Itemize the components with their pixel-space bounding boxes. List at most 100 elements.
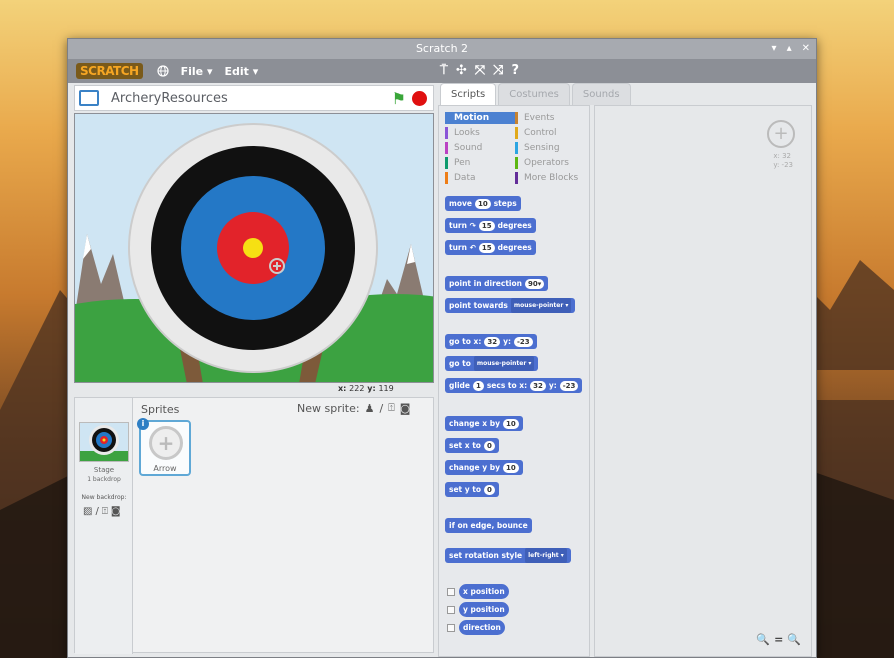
grow-icon[interactable]: ⤧ (475, 63, 485, 78)
delete-scissors-icon[interactable]: ✣ (456, 63, 467, 78)
block-set-x[interactable]: set x to 0 (445, 438, 499, 453)
zoom-out-icon[interactable]: 🔍 (756, 633, 770, 646)
block-text: point towards (449, 301, 508, 310)
category-list: Motion Events Looks Control Sound Sensin… (445, 112, 587, 184)
tab-costumes[interactable]: Costumes (498, 83, 570, 105)
block-input[interactable]: 15 (478, 242, 495, 253)
sprite-library-icon[interactable]: ♟ (365, 402, 375, 415)
file-menu[interactable]: File ▾ (181, 65, 213, 78)
close-button[interactable]: ✕ (802, 39, 810, 59)
y-position-checkbox[interactable] (447, 606, 455, 614)
camera-backdrop-icon[interactable]: ◙ (111, 506, 121, 517)
block-text: steps (493, 199, 517, 208)
block-input[interactable]: 10 (502, 418, 519, 429)
block-text: point in direction (449, 279, 522, 288)
block-text: set rotation style (449, 551, 523, 560)
block-text: y: (548, 381, 557, 390)
upload-sprite-icon[interactable]: ⍐ (388, 401, 395, 415)
block-text: glide (449, 381, 470, 390)
new-sprite-label: New sprite: (297, 401, 360, 415)
green-flag-icon[interactable]: ⚑ (392, 89, 406, 108)
block-input[interactable]: 90▾ (524, 278, 545, 289)
backdrop-library-icon[interactable]: ▨ (83, 506, 92, 517)
minimize-button[interactable]: ▾ (772, 39, 777, 59)
category-data[interactable]: Data (445, 172, 515, 184)
block-input[interactable]: 32 (530, 380, 546, 391)
block-if-on-edge-bounce[interactable]: if on edge, bounce (445, 518, 532, 533)
reporter-x-position[interactable]: x position (459, 584, 509, 599)
block-point-in-direction[interactable]: point in direction 90▾ (445, 276, 549, 291)
script-area[interactable]: + x: 32 y: -23 🔍 = 🔍 (594, 105, 812, 657)
shrink-icon[interactable]: ⤨ (493, 63, 503, 78)
block-change-x[interactable]: change x by 10 (445, 416, 523, 431)
zoom-reset-button[interactable]: = (774, 633, 783, 646)
category-looks[interactable]: Looks (445, 127, 515, 139)
sprite-x-readout: x: 32 (773, 152, 791, 160)
block-text: if on edge, bounce (449, 521, 528, 530)
stop-sign-icon[interactable] (412, 90, 427, 106)
stage-thumbnail[interactable] (79, 422, 129, 462)
block-input[interactable]: 0 (483, 440, 495, 451)
upload-backdrop-icon[interactable]: ⍐ (102, 506, 108, 517)
block-dropdown[interactable]: mouse-pointer ▾ (510, 298, 572, 313)
block-glide[interactable]: glide 1 secs to x: 32 y: -23 (445, 378, 583, 393)
reporter-direction[interactable]: direction (459, 620, 505, 635)
category-operators[interactable]: Operators (515, 157, 585, 169)
block-dropdown[interactable]: mouse-pointer ▾ (473, 356, 535, 371)
maximize-button[interactable]: ▴ (787, 39, 792, 59)
category-sound[interactable]: Sound (445, 142, 515, 154)
new-backdrop-label: New backdrop: (81, 494, 127, 501)
block-input[interactable]: 1 (472, 380, 484, 391)
camera-sprite-icon[interactable]: ◙ (400, 402, 411, 415)
paint-sprite-icon[interactable]: / (379, 402, 383, 415)
tab-sounds[interactable]: Sounds (571, 83, 631, 105)
block-set-y[interactable]: set y to 0 (445, 482, 499, 497)
category-motion[interactable]: Motion (445, 112, 515, 124)
edit-menu[interactable]: Edit ▾ (224, 65, 258, 78)
category-more-blocks[interactable]: More Blocks (515, 172, 585, 184)
block-text: set x to (449, 441, 481, 450)
block-input[interactable]: 15 (478, 220, 495, 231)
block-move-steps[interactable]: move 10 steps (445, 196, 521, 211)
direction-checkbox[interactable] (447, 624, 455, 632)
block-go-to-xy[interactable]: go to x: 32 y: -23 (445, 334, 537, 349)
block-set-rotation-style[interactable]: set rotation style left-right ▾ (445, 548, 571, 563)
block-text: x position (463, 587, 505, 596)
block-text: turn ↶ (449, 243, 476, 252)
block-go-to[interactable]: go to mouse-pointer ▾ (445, 356, 539, 371)
category-pen[interactable]: Pen (445, 157, 515, 169)
block-input[interactable]: -23 (559, 380, 579, 391)
block-turn-right[interactable]: turn ↷ 15 degrees (445, 218, 536, 233)
block-turn-left[interactable]: turn ↶ 15 degrees (445, 240, 536, 255)
sprites-heading: Sprites (141, 403, 180, 416)
reporter-y-position[interactable]: y position (459, 602, 509, 617)
block-input[interactable]: 32 (484, 336, 501, 347)
stage-canvas[interactable] (74, 113, 434, 383)
scratch-logo[interactable]: SCRATCH (76, 63, 143, 79)
block-point-towards[interactable]: point towards mouse-pointer ▾ (445, 298, 576, 313)
fullscreen-icon[interactable] (79, 90, 99, 106)
x-position-checkbox[interactable] (447, 588, 455, 596)
block-input[interactable]: 0 (484, 484, 495, 495)
category-sensing[interactable]: Sensing (515, 142, 585, 154)
info-icon[interactable]: i (137, 418, 149, 430)
block-input[interactable]: -23 (513, 336, 533, 347)
block-input[interactable]: 10 (474, 198, 491, 209)
block-dropdown[interactable]: left-right ▾ (525, 548, 567, 563)
block-input[interactable]: 10 (503, 462, 519, 473)
sprite-card-arrow[interactable]: i + Arrow (137, 418, 191, 476)
block-text: y position (463, 605, 505, 614)
project-title-field[interactable]: ArcheryResources (111, 91, 392, 106)
language-globe-icon[interactable] (156, 65, 169, 77)
help-icon[interactable]: ? (512, 63, 520, 78)
editor-tabs: Scripts Costumes Sounds (440, 83, 631, 105)
block-change-y[interactable]: change y by 10 (445, 460, 523, 475)
tab-scripts[interactable]: Scripts (440, 83, 497, 105)
category-control[interactable]: Control (515, 127, 585, 139)
paint-backdrop-icon[interactable]: / (95, 506, 98, 517)
zoom-controls: 🔍 = 🔍 (756, 633, 801, 646)
block-text: y: (503, 337, 511, 346)
duplicate-stamp-icon[interactable]: ⍑ (440, 63, 448, 78)
category-events[interactable]: Events (515, 112, 585, 124)
zoom-in-icon[interactable]: 🔍 (787, 633, 801, 646)
